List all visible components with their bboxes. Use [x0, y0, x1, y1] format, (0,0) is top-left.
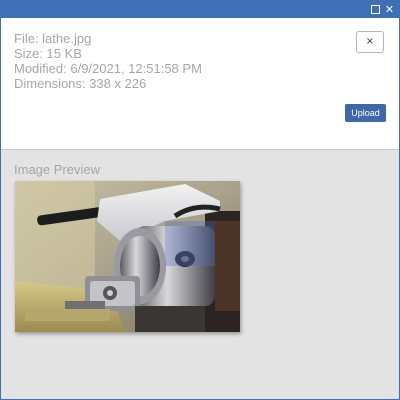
title-bar: ✕: [1, 1, 399, 18]
file-dimensions: Dimensions: 338 x 226: [14, 76, 147, 91]
file-modified: Modified: 6/9/2021, 12:51:58 PM: [14, 61, 202, 76]
lathe-photo: [15, 181, 240, 332]
remove-file-button[interactable]: ×: [356, 31, 384, 53]
file-upload-window: ✕ File: lathe.jpg Size: 15 KB Modified: …: [0, 0, 400, 400]
upload-button[interactable]: Upload: [345, 104, 386, 122]
image-preview-label: Image Preview: [14, 162, 100, 177]
file-size: Size: 15 KB: [14, 46, 82, 61]
image-preview: [15, 181, 240, 332]
close-icon[interactable]: ✕: [383, 3, 396, 16]
maximize-icon[interactable]: [369, 3, 382, 16]
file-info-panel: File: lathe.jpg Size: 15 KB Modified: 6/…: [1, 18, 399, 150]
file-details: File: lathe.jpg Size: 15 KB Modified: 6/…: [14, 31, 202, 91]
file-name: File: lathe.jpg: [14, 31, 92, 46]
